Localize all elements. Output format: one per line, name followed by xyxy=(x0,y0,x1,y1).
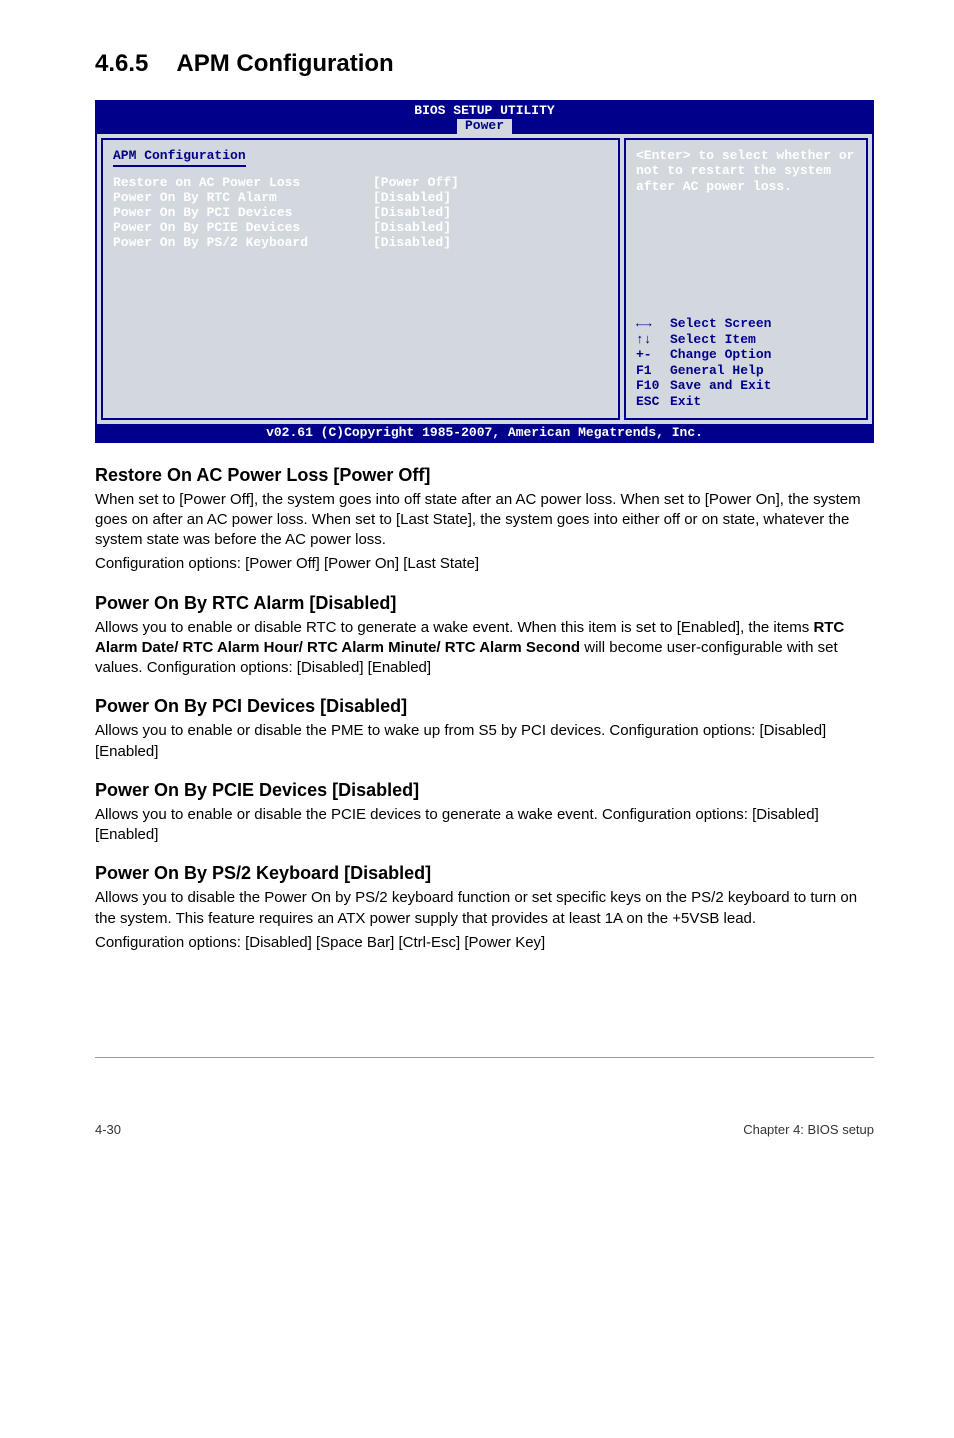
paragraph: When set to [Power Off], the system goes… xyxy=(95,490,874,551)
subsection: Power On By PCIE Devices [Disabled] Allo… xyxy=(95,780,874,846)
nav-f10-key: F10 xyxy=(636,378,670,394)
bios-header: BIOS SETUP UTILITY Power xyxy=(97,102,872,134)
subsection-heading: Power On By PCIE Devices [Disabled] xyxy=(95,780,874,801)
subsection-heading: Power On By PCI Devices [Disabled] xyxy=(95,696,874,717)
nav-label: Select Item xyxy=(670,332,756,347)
bios-setting-label: Power On By PCIE Devices xyxy=(113,220,373,235)
nav-label: General Help xyxy=(670,363,764,378)
bios-apm-heading: APM Configuration xyxy=(113,148,246,167)
nav-esc-key: ESC xyxy=(636,394,670,410)
bios-header-tab: Power xyxy=(457,119,512,133)
subsection-heading: Power On By PS/2 Keyboard [Disabled] xyxy=(95,863,874,884)
subsection: Power On By PS/2 Keyboard [Disabled] All… xyxy=(95,863,874,953)
bios-setting-label: Restore on AC Power Loss xyxy=(113,175,373,190)
page-footer: 4-30 Chapter 4: BIOS setup xyxy=(0,1062,954,1157)
bios-header-title: BIOS SETUP UTILITY xyxy=(97,104,872,118)
subsection: Power On By PCI Devices [Disabled] Allow… xyxy=(95,696,874,762)
section-number: 4.6.5 xyxy=(95,50,148,78)
bios-row: Power On By RTC Alarm [Disabled] xyxy=(113,190,608,205)
bios-row: Power On By PCIE Devices [Disabled] xyxy=(113,220,608,235)
bios-setting-value: [Disabled] xyxy=(373,220,451,235)
subsection-heading: Restore On AC Power Loss [Power Off] xyxy=(95,465,874,486)
bios-setting-label: Power On By RTC Alarm xyxy=(113,190,373,205)
section-heading: 4.6.5 APM Configuration xyxy=(95,50,874,78)
bios-row: Power On By PS/2 Keyboard [Disabled] xyxy=(113,235,608,250)
nav-arrows-ud-icon: ↑↓ xyxy=(636,332,670,348)
footer-divider xyxy=(95,1057,874,1058)
bios-left-panel: APM Configuration Restore on AC Power Lo… xyxy=(101,138,620,420)
bios-setting-value: [Disabled] xyxy=(373,190,451,205)
nav-label: Select Screen xyxy=(670,316,771,331)
subsection: Power On By RTC Alarm [Disabled] Allows … xyxy=(95,593,874,679)
page-number: 4-30 xyxy=(95,1122,121,1137)
bios-setting-label: Power On By PS/2 Keyboard xyxy=(113,235,373,250)
section-title-text: APM Configuration xyxy=(176,50,393,77)
paragraph: Allows you to enable or disable the PCIE… xyxy=(95,805,874,846)
nav-label: Save and Exit xyxy=(670,378,771,393)
bios-hint-text: <Enter> to select whether or not to rest… xyxy=(636,148,856,195)
nav-label: Exit xyxy=(670,394,701,409)
bios-screenshot: BIOS SETUP UTILITY Power APM Configurati… xyxy=(95,100,874,443)
nav-label: Change Option xyxy=(670,347,771,362)
paragraph: Allows you to disable the Power On by PS… xyxy=(95,888,874,929)
bios-setting-value: [Power Off] xyxy=(373,175,459,190)
paragraph: Allows you to enable or disable RTC to g… xyxy=(95,618,874,679)
subsection: Restore On AC Power Loss [Power Off] Whe… xyxy=(95,465,874,575)
nav-plusminus-icon: +- xyxy=(636,347,670,363)
bios-right-panel: <Enter> to select whether or not to rest… xyxy=(624,138,868,420)
chapter-label: Chapter 4: BIOS setup xyxy=(743,1122,874,1137)
paragraph: Allows you to enable or disable the PME … xyxy=(95,721,874,762)
paragraph: Configuration options: [Disabled] [Space… xyxy=(95,933,874,953)
nav-f1-key: F1 xyxy=(636,363,670,379)
subsection-heading: Power On By RTC Alarm [Disabled] xyxy=(95,593,874,614)
bios-row: Power On By PCI Devices [Disabled] xyxy=(113,205,608,220)
bios-footer: v02.61 (C)Copyright 1985-2007, American … xyxy=(97,424,872,441)
nav-arrows-lr-icon: ←→ xyxy=(636,316,670,332)
bios-setting-label: Power On By PCI Devices xyxy=(113,205,373,220)
bios-setting-value: [Disabled] xyxy=(373,205,451,220)
bios-row: Restore on AC Power Loss [Power Off] xyxy=(113,175,608,190)
paragraph: Configuration options: [Power Off] [Powe… xyxy=(95,554,874,574)
bios-nav-help: ←→Select Screen ↑↓Select Item +-Change O… xyxy=(636,316,856,410)
bios-setting-value: [Disabled] xyxy=(373,235,451,250)
